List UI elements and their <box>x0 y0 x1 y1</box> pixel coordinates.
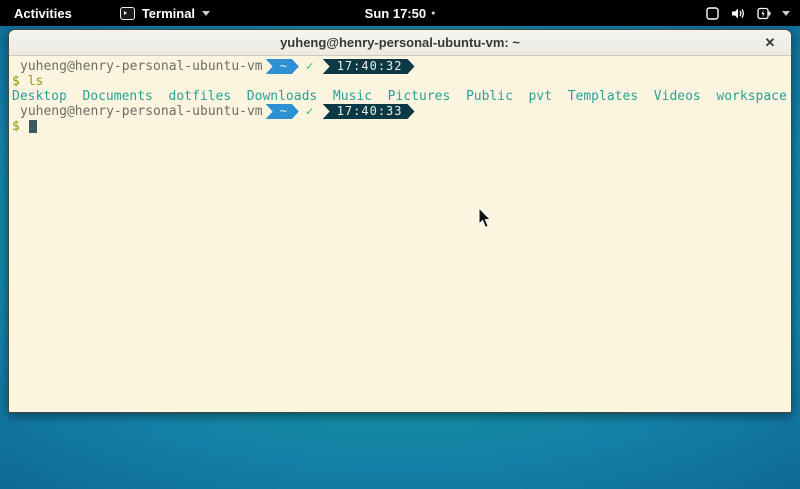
prompt-line: yuheng@henry-personal-ubuntu-vm ~ ✓ 17:4… <box>12 104 789 119</box>
chevron-down-icon <box>782 11 790 16</box>
activities-label: Activities <box>14 6 72 21</box>
prompt-path-segment: ~ <box>266 59 299 74</box>
prompt-time-segment: 17:40:33 <box>323 104 415 119</box>
clock-label: Sun 17:50 <box>365 6 426 21</box>
prompt-symbol: $ <box>12 119 20 134</box>
top-bar: Activities Terminal Sun 17:50 ● <box>0 0 800 26</box>
status-check-icon: ✓ <box>306 104 314 119</box>
notification-dot-icon: ● <box>431 10 435 17</box>
prompt-line: yuheng@henry-personal-ubuntu-vm ~ ✓ 17:4… <box>12 59 789 74</box>
terminal-window: yuheng@henry-personal-ubuntu-vm: ~ ✕ yuh… <box>8 29 792 413</box>
volume-icon <box>730 6 746 21</box>
prompt-user-host: yuheng@henry-personal-ubuntu-vm <box>20 104 263 119</box>
chevron-down-icon <box>202 11 210 16</box>
ls-output-line: Desktop Documents dotfiles Downloads Mus… <box>12 89 789 104</box>
command-line: $ ls <box>12 74 789 89</box>
window-titlebar[interactable]: yuheng@henry-personal-ubuntu-vm: ~ ✕ <box>9 30 791 56</box>
screen-icon <box>705 6 720 21</box>
window-title: yuheng@henry-personal-ubuntu-vm: ~ <box>280 35 520 50</box>
terminal-app-icon <box>120 7 135 20</box>
battery-charging-icon <box>756 6 772 21</box>
command-text: ls <box>28 74 44 89</box>
desktop: { "top_bar": { "activities_label": "Acti… <box>0 0 800 489</box>
input-line: $ <box>12 119 789 134</box>
directory-listing: Desktop Documents dotfiles Downloads Mus… <box>12 89 787 104</box>
prompt-path-segment: ~ <box>266 104 299 119</box>
app-menu-terminal[interactable]: Terminal <box>114 0 216 26</box>
prompt-symbol: $ <box>12 74 20 89</box>
status-check-icon: ✓ <box>306 59 314 74</box>
prompt-user-host: yuheng@henry-personal-ubuntu-vm <box>20 59 263 74</box>
close-button[interactable]: ✕ <box>757 30 783 56</box>
system-status-menu[interactable] <box>705 0 800 26</box>
text-cursor-block <box>29 120 37 133</box>
app-menu-label: Terminal <box>142 6 195 21</box>
activities-button[interactable]: Activities <box>0 0 86 26</box>
prompt-time-segment: 17:40:32 <box>323 59 415 74</box>
terminal-content[interactable]: yuheng@henry-personal-ubuntu-vm ~ ✓ 17:4… <box>9 56 791 413</box>
